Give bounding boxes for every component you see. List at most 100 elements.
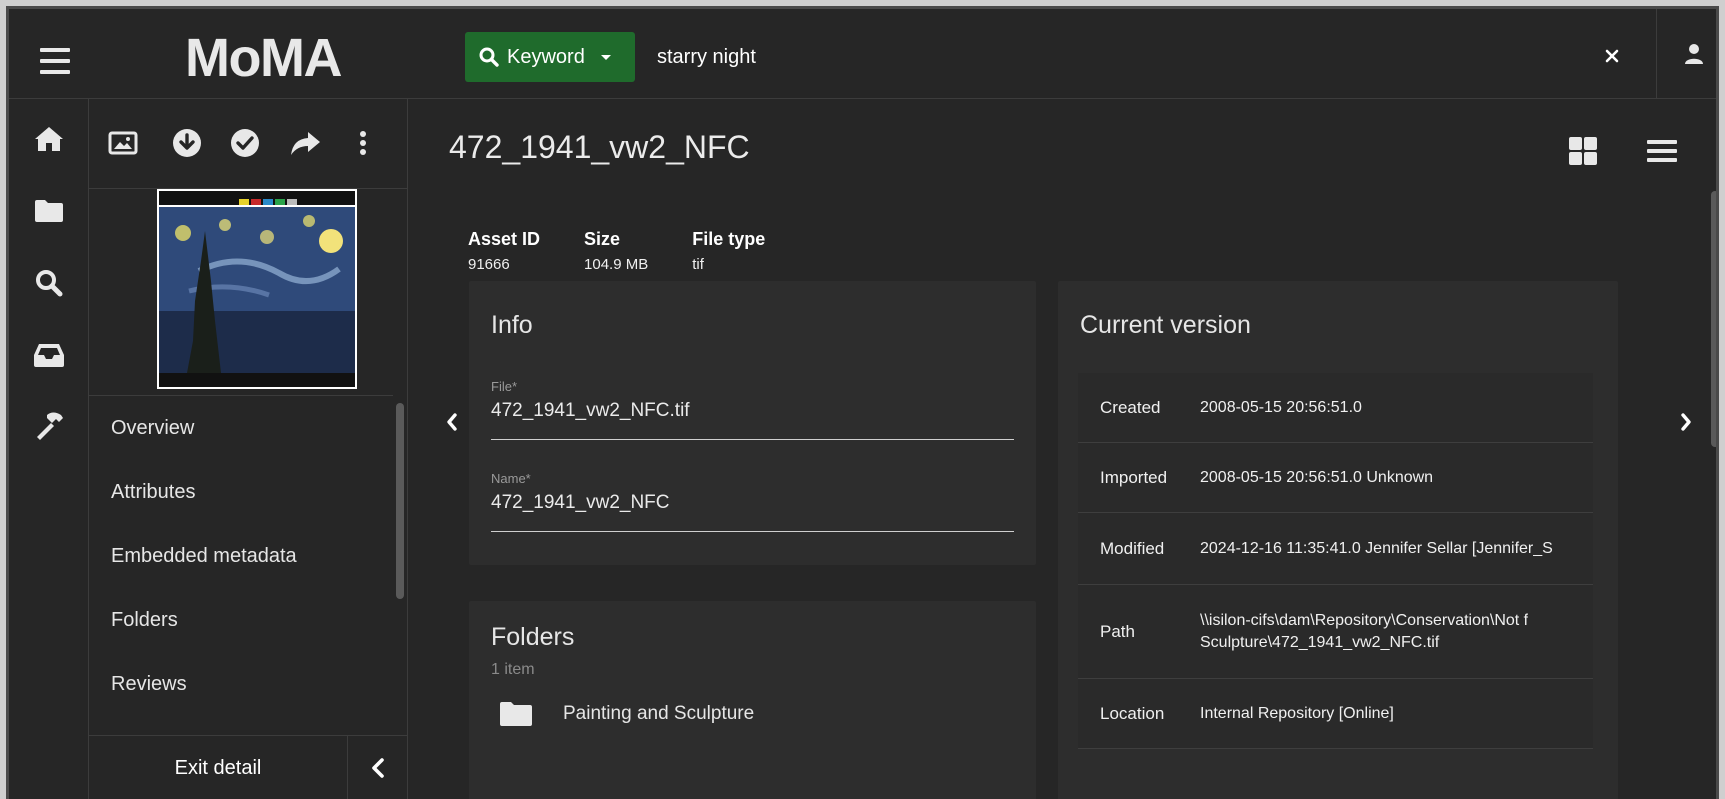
version-row: Imported 2008-05-15 20:56:51.0 Unknown (1078, 443, 1593, 513)
meta-file-type: File type tif (692, 229, 765, 273)
starry-night-thumbnail-image (159, 191, 355, 387)
exit-detail-button[interactable]: Exit detail (89, 736, 347, 799)
name-field-label: Name* (491, 471, 531, 486)
version-row: Location Internal Repository [Online] (1078, 679, 1593, 749)
preview-button[interactable] (105, 125, 141, 161)
list-view-button[interactable] (1645, 135, 1679, 167)
version-row-value: \\isilon-cifs\dam\Repository\Conservatio… (1200, 610, 1528, 654)
download-button[interactable] (169, 125, 205, 161)
name-field-value: 472_1941_vw2_NFC (491, 492, 670, 513)
asset-thumbnail[interactable] (157, 189, 357, 389)
search-icon (479, 47, 499, 67)
nav-folders[interactable]: Folders (89, 588, 393, 652)
collapse-panel-button[interactable] (347, 736, 408, 799)
meta-asset-id: Asset ID 91666 (468, 229, 540, 273)
more-vertical-icon (360, 131, 366, 155)
nav-overview[interactable]: Overview (89, 396, 393, 460)
main-scrollbar-thumb[interactable] (1711, 191, 1716, 447)
side-panel-footer: Exit detail (89, 735, 408, 799)
left-rail (9, 99, 89, 799)
path-line-2: Sculpture\472_1941_vw2_NFC.tif (1200, 633, 1440, 651)
grid-icon (1569, 137, 1597, 165)
version-row-key: Created (1100, 397, 1161, 417)
meta-value: 104.9 MB (584, 256, 649, 273)
top-bar: MoMA Keyword (9, 9, 1716, 99)
previous-asset-button[interactable] (437, 407, 467, 437)
version-row: Modified 2024-12-16 11:35:41.0 Jennifer … (1078, 513, 1593, 585)
name-field[interactable]: Name* 472_1941_vw2_NFC (491, 471, 1014, 532)
share-button[interactable] (287, 125, 323, 161)
file-field-label: File* (491, 379, 518, 394)
clear-search-button[interactable] (1599, 43, 1625, 69)
file-field[interactable]: File* 472_1941_vw2_NFC.tif (491, 379, 1014, 440)
rail-home[interactable] (29, 119, 69, 159)
file-field-value: 472_1941_vw2_NFC.tif (491, 400, 690, 421)
asset-title: 472_1941_vw2_NFC (449, 129, 750, 165)
version-row-value: 2008-05-15 20:56:51.0 (1200, 398, 1362, 416)
rail-tools[interactable] (29, 405, 69, 445)
chevron-left-icon (447, 413, 457, 431)
version-row-key: Location (1100, 703, 1165, 723)
version-row: Created 2008-05-15 20:56:51.0 (1078, 373, 1593, 443)
rail-folders[interactable] (29, 191, 69, 231)
image-icon (108, 131, 138, 155)
version-row: Path \\isilon-cifs\dam\Repository\Conser… (1078, 585, 1593, 679)
detail-side-panel: Overview Attributes Embedded metadata Fo… (89, 99, 408, 799)
version-table: Created 2008-05-15 20:56:51.0 Imported 2… (1078, 373, 1593, 749)
version-row-key: Imported (1100, 467, 1168, 487)
folders-card-title: Folders (491, 623, 575, 651)
search-icon (36, 270, 63, 297)
approve-button[interactable] (227, 125, 263, 161)
info-card: Info File* 472_1941_vw2_NFC.tif Name* 47… (469, 281, 1036, 565)
main-scrollbar[interactable] (1709, 191, 1716, 799)
version-row-value: Internal Repository [Online] (1200, 704, 1394, 722)
search-type-dropdown[interactable]: Keyword (465, 32, 635, 82)
folder-item[interactable]: Painting and Sculpture (499, 701, 754, 727)
meta-size: Size 104.9 MB (584, 229, 648, 273)
nav-scrollbar[interactable] (393, 399, 407, 733)
meta-key: Asset ID (468, 229, 541, 249)
menu-icon[interactable] (31, 37, 79, 85)
version-row-key: Path (1100, 621, 1135, 641)
nav-embedded-metadata[interactable]: Embedded metadata (89, 524, 393, 588)
more-button[interactable] (345, 125, 381, 161)
folders-count: 1 item (491, 661, 535, 678)
version-row-value: 2024-12-16 11:35:41.0 Jennifer Sellar [J… (1200, 539, 1553, 557)
current-version-card: Current version Created 2008-05-15 20:56… (1058, 281, 1618, 799)
info-card-title: Info (491, 311, 533, 339)
grid-view-button[interactable] (1567, 135, 1599, 167)
rail-search[interactable] (29, 263, 69, 303)
asset-meta-strip: Asset ID 91666 Size 104.9 MB File type t… (468, 229, 765, 273)
app-window: MoMA Keyword starry night Overview Attri… (6, 6, 1719, 799)
hammer-icon (37, 412, 63, 440)
app-logo[interactable]: MoMA (185, 27, 342, 89)
check-circle-icon (231, 129, 259, 157)
nav-attributes[interactable]: Attributes (89, 460, 393, 524)
download-icon (173, 129, 201, 157)
user-icon (1685, 44, 1703, 64)
meta-key: File type (692, 229, 766, 249)
folders-card: Folders 1 item Painting and Sculpture (469, 601, 1036, 799)
list-icon (1647, 140, 1677, 162)
nav-scrollbar-thumb[interactable] (396, 403, 404, 599)
folder-icon (35, 200, 63, 222)
next-asset-button[interactable] (1671, 407, 1701, 437)
close-icon (1605, 49, 1619, 63)
chevron-left-icon (372, 758, 384, 778)
meta-value: tif (692, 256, 704, 273)
meta-value: 91666 (468, 256, 510, 273)
share-icon (291, 132, 320, 155)
search-type-label: Keyword (507, 45, 585, 68)
version-row-value: 2008-05-15 20:56:51.0 Unknown (1200, 468, 1434, 486)
search-input[interactable] (657, 35, 1557, 79)
caret-down-icon (600, 54, 611, 60)
asset-toolbar (89, 99, 408, 189)
nav-reviews[interactable]: Reviews (89, 652, 393, 716)
home-icon (35, 127, 63, 151)
rail-inbox[interactable] (29, 335, 69, 375)
folder-item-label: Painting and Sculpture (563, 703, 755, 724)
meta-key: Size (584, 229, 621, 249)
asset-detail-main: 472_1941_vw2_NFC Asset ID 91666 Size 104… (409, 99, 1716, 799)
version-row-key: Modified (1100, 538, 1165, 558)
user-button[interactable] (1679, 39, 1709, 69)
